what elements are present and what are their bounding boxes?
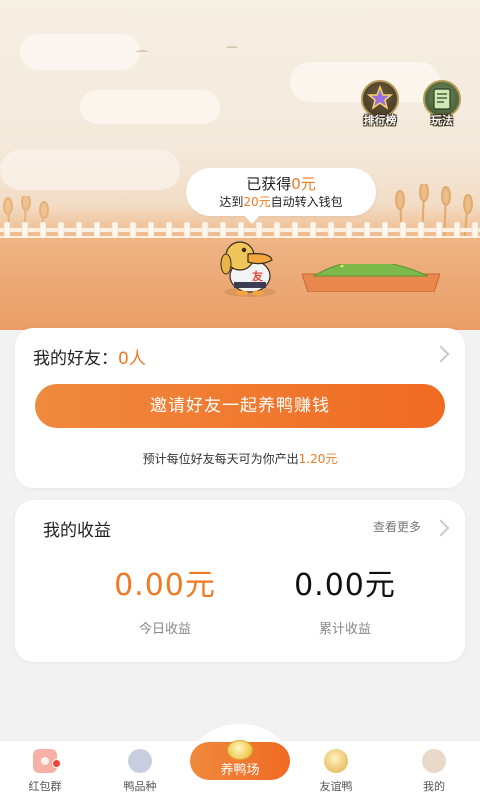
total-earnings-label: 累计收益 — [318, 622, 371, 637]
bubble-threshold-suffix: 自动转入钱包 — [270, 195, 343, 209]
per-friend-estimate: 预计每位好友每天可为你产出1.20元 — [15, 450, 465, 467]
friends-count-row[interactable]: 我的好友：0人 — [33, 344, 146, 369]
tab-label: 养鸭场 — [220, 763, 260, 778]
bubble-earned-prefix: 已获得 — [246, 175, 292, 193]
notification-dot — [52, 759, 61, 768]
bubble-earned-amount: 0元 — [291, 175, 316, 193]
friends-label: 我的好友： — [33, 349, 118, 369]
invite-friends-button[interactable]: 邀请好友一起养鸭赚钱 — [35, 384, 445, 428]
tab-label: 我的 — [423, 780, 445, 793]
tab-mine[interactable]: 我的 — [394, 749, 474, 794]
earnings-title: 我的收益 — [43, 521, 111, 541]
today-earnings-value: 0.00元 — [114, 568, 216, 603]
duck-shirt-text: 友 — [252, 269, 263, 283]
bubble-threshold-amount: 20元 — [243, 195, 271, 209]
egg-icon — [227, 740, 253, 760]
tab-label: 鸭品种 — [123, 780, 157, 793]
bird — [136, 50, 148, 54]
gameplay-button[interactable]: 玩法 — [420, 80, 464, 127]
friends-count: 0人 — [118, 349, 146, 369]
total-earnings-value: 0.00元 — [294, 568, 396, 603]
golden-egg-icon — [324, 749, 348, 773]
earnings-bubble: 已获得0元 达到20元自动转入钱包 — [186, 168, 376, 224]
earnings-card: 我的收益 查看更多 0.00元 今日收益 0.00元 累计收益 — [15, 500, 465, 662]
tab-duck-breeds[interactable]: 鸭品种 — [100, 749, 180, 794]
duck-character[interactable]: 友 — [214, 238, 280, 298]
cloud — [0, 150, 180, 190]
cloud — [80, 90, 220, 124]
profile-icon — [422, 749, 446, 773]
friends-card: 我的好友：0人 邀请好友一起养鸭赚钱 预计每位好友每天可为你产出1.20元 — [15, 328, 465, 488]
tab-red-packet-group[interactable]: 红包群 — [5, 749, 85, 794]
feeder-trough[interactable] — [302, 264, 440, 292]
duck-breed-icon — [128, 749, 152, 773]
tab-friendship-duck[interactable]: 友谊鸭 — [296, 749, 376, 794]
chevron-right-icon[interactable] — [432, 519, 450, 537]
bubble-line2: 达到20元自动转入钱包 — [186, 193, 376, 211]
tab-duck-farm[interactable]: 养鸭场 — [180, 724, 300, 800]
chevron-right-icon[interactable] — [432, 345, 450, 363]
tab-label: 友谊鸭 — [319, 780, 353, 793]
leaderboard-button[interactable]: 排行榜 — [358, 80, 402, 127]
bubble-line1: 已获得0元 — [186, 175, 376, 193]
cloud — [20, 34, 140, 70]
view-more-link[interactable]: 查看更多 — [373, 518, 421, 535]
bubble-threshold-prefix: 达到 — [219, 195, 244, 209]
today-earnings-label: 今日收益 — [138, 622, 191, 637]
estimate-text: 预计每位好友每天可为你产出 — [142, 452, 299, 466]
gameplay-label: 玩法 — [431, 114, 453, 127]
tab-label: 红包群 — [28, 780, 62, 793]
leaderboard-label: 排行榜 — [363, 114, 397, 127]
estimate-amount: 1.20元 — [298, 452, 338, 466]
bird — [226, 46, 238, 50]
farm-scene: 排行榜 玩法 已获得0元 达到20元自动转入钱包 友 — [0, 0, 480, 330]
